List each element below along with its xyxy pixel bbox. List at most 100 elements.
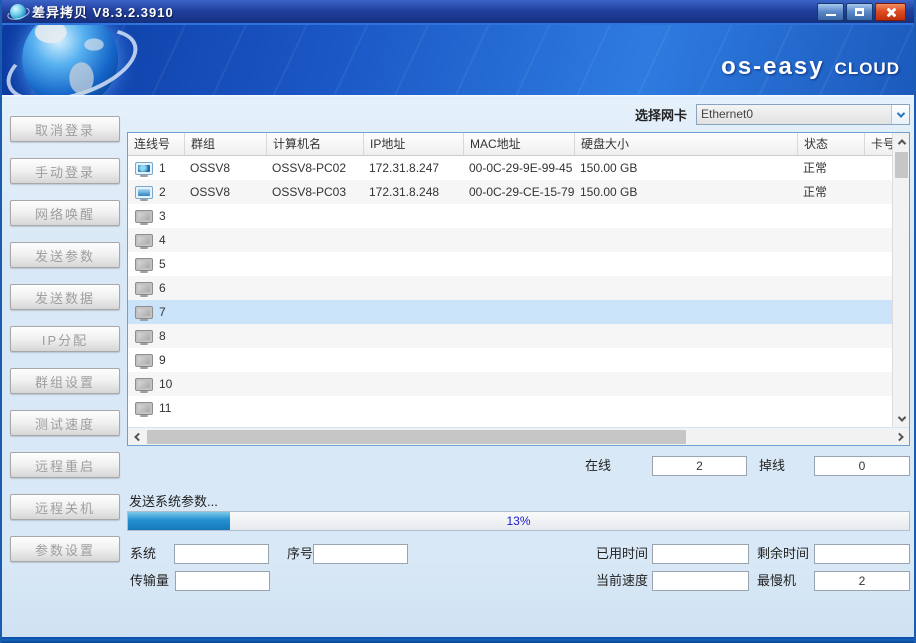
cell-mac	[463, 372, 574, 396]
cell-status: 正常	[797, 180, 864, 204]
window-title: 差异拷贝 V8.3.2.3910	[32, 2, 174, 21]
cell-disk	[574, 228, 797, 252]
table-row-2[interactable]: 2OSSV8OSSV8-PC03172.31.8.24800-0C-29-CE-…	[128, 180, 892, 204]
table-row-7[interactable]: 7	[128, 300, 892, 324]
table-row-9[interactable]: 9	[128, 348, 892, 372]
transfer-field[interactable]	[175, 571, 270, 591]
column-header-4[interactable]: MAC地址	[463, 133, 574, 155]
close-button[interactable]	[875, 3, 906, 21]
column-header-3[interactable]: IP地址	[363, 133, 463, 155]
monitor-offline-icon	[135, 258, 153, 271]
chevron-up-icon	[897, 139, 905, 147]
sidebar-button-manual-login[interactable]: 手动登录	[10, 158, 120, 184]
horizontal-scrollbar[interactable]	[128, 427, 909, 445]
cell-mac: 00-0C-29-9E-99-45	[463, 156, 574, 180]
column-header-1[interactable]: 群组	[184, 133, 266, 155]
cell-num: 6	[128, 276, 184, 300]
cell-disk	[574, 372, 797, 396]
cell-group	[184, 348, 266, 372]
titlebar: 差异拷贝 V8.3.2.3910	[2, 0, 914, 25]
cell-name	[266, 204, 363, 228]
table-row-5[interactable]: 5	[128, 252, 892, 276]
system-field[interactable]	[174, 544, 269, 564]
remaining-time-field[interactable]	[814, 544, 910, 564]
scroll-right-button[interactable]	[892, 428, 909, 446]
cell-disk	[574, 348, 797, 372]
chevron-down-icon	[896, 109, 904, 117]
vertical-scrollbar[interactable]	[892, 133, 909, 427]
cell-ip	[363, 252, 463, 276]
scroll-up-button[interactable]	[893, 133, 910, 150]
cell-num: 11	[128, 396, 184, 420]
scroll-left-button[interactable]	[128, 428, 145, 446]
cell-status	[797, 372, 864, 396]
cell-mac	[463, 252, 574, 276]
cell-mac	[463, 348, 574, 372]
cell-disk	[574, 276, 797, 300]
cell-num: 1	[128, 156, 184, 180]
sidebar-button-remote-shutdown[interactable]: 远程关机	[10, 494, 120, 520]
cell-group	[184, 300, 266, 324]
current-speed-field[interactable]	[652, 571, 749, 591]
cell-num: 2	[128, 180, 184, 204]
slowest-machine-field[interactable]	[814, 571, 910, 591]
cell-ip	[363, 300, 463, 324]
table-row-6[interactable]: 6	[128, 276, 892, 300]
system-label: 系统	[130, 544, 156, 564]
table-row-3[interactable]: 3	[128, 204, 892, 228]
sidebar-button-group-settings[interactable]: 群组设置	[10, 368, 120, 394]
table-row-11[interactable]: 11	[128, 396, 892, 420]
cell-group	[184, 324, 266, 348]
table-row-10[interactable]: 10	[128, 372, 892, 396]
serial-field[interactable]	[313, 544, 408, 564]
table-header-row: 连线号群组计算机名IP地址MAC地址硬盘大小状态卡号	[128, 133, 892, 156]
sidebar-button-param-settings[interactable]: 参数设置	[10, 536, 120, 562]
cell-name: OSSV8-PC02	[266, 156, 363, 180]
progress-percent-label: 13%	[128, 512, 909, 530]
column-header-0[interactable]: 连线号	[128, 133, 184, 155]
cell-disk	[574, 204, 797, 228]
vertical-scroll-thumb[interactable]	[895, 152, 908, 178]
sidebar-button-ip-assign[interactable]: IP分配	[10, 326, 120, 352]
elapsed-time-field[interactable]	[652, 544, 749, 564]
sidebar-button-cancel-login[interactable]: 取消登录	[10, 116, 120, 142]
slowest-machine-label: 最慢机	[757, 571, 796, 591]
monitor-active-icon	[135, 162, 153, 175]
table-grid: 连线号群组计算机名IP地址MAC地址硬盘大小状态卡号 1OSSV8OSSV8-P…	[128, 133, 892, 427]
cell-card	[864, 252, 892, 276]
app-window: 差异拷贝 V8.3.2.3910 os-easy CLOUD 取消登录 手动登录…	[0, 0, 916, 643]
sidebar-button-wake-on-lan[interactable]: 网络唤醒	[10, 200, 120, 226]
chevron-right-icon	[895, 433, 903, 441]
online-count-field[interactable]	[652, 456, 747, 476]
elapsed-time-label: 已用时间	[596, 544, 648, 564]
minimize-icon	[826, 14, 836, 16]
nic-dropdown[interactable]: Ethernet0	[696, 104, 910, 125]
cell-num: 9	[128, 348, 184, 372]
progress-status-text: 发送系统参数...	[129, 491, 218, 510]
column-header-7[interactable]: 卡号	[864, 133, 892, 155]
sidebar-button-send-data[interactable]: 发送数据	[10, 284, 120, 310]
horizontal-scroll-thumb[interactable]	[147, 430, 686, 444]
sidebar-button-remote-restart[interactable]: 远程重启	[10, 452, 120, 478]
cell-name	[266, 396, 363, 420]
column-header-6[interactable]: 状态	[797, 133, 864, 155]
online-label: 在线	[585, 456, 611, 476]
offline-count-field[interactable]	[814, 456, 910, 476]
column-header-5[interactable]: 硬盘大小	[574, 133, 797, 155]
dropdown-arrow-button[interactable]	[891, 105, 909, 124]
sidebar-button-test-speed[interactable]: 测试速度	[10, 410, 120, 436]
cell-disk	[574, 252, 797, 276]
minimize-button[interactable]	[817, 3, 844, 21]
table-row-4[interactable]: 4	[128, 228, 892, 252]
maximize-button[interactable]	[846, 3, 873, 21]
column-header-2[interactable]: 计算机名	[266, 133, 363, 155]
remaining-time-label: 剩余时间	[757, 544, 809, 564]
brand-logo: os-easy CLOUD	[721, 53, 900, 81]
table-row-8[interactable]: 8	[128, 324, 892, 348]
sidebar-button-send-params[interactable]: 发送参数	[10, 242, 120, 268]
scroll-down-button[interactable]	[893, 410, 910, 427]
cell-ip	[363, 348, 463, 372]
close-icon	[885, 6, 897, 18]
table-row-1[interactable]: 1OSSV8OSSV8-PC02172.31.8.24700-0C-29-9E-…	[128, 156, 892, 180]
cell-num: 5	[128, 252, 184, 276]
